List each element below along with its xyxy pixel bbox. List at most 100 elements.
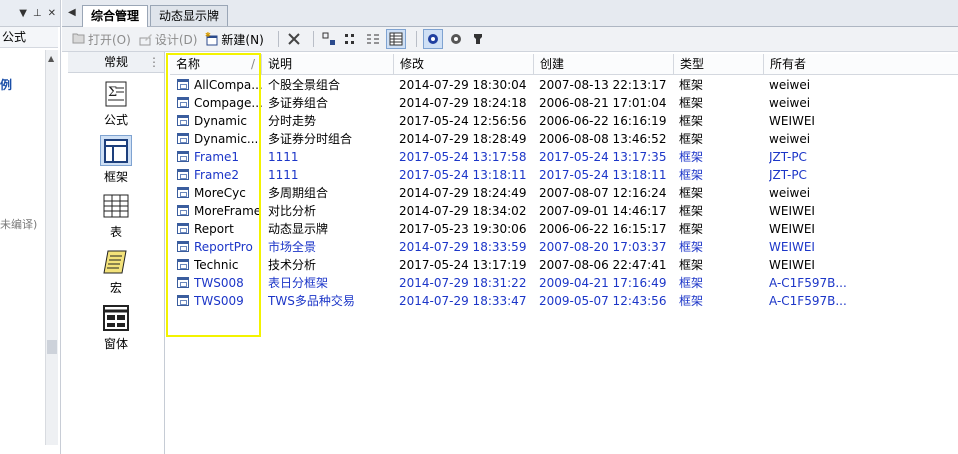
cell-type: 框架 [679,222,704,236]
frame-file-icon [177,115,189,126]
list-header: 名称 / 说明 修改 创建 类型 所有者 [170,54,958,75]
column-header-modified[interactable]: 修改 [394,54,534,74]
table-row[interactable]: MoreCyc 多周期组合 2014-07-29 18:24:49 2007-08-0… [170,184,958,202]
table-row[interactable]: MoreFrame 对比分析 2014-07-29 18:34:02 2007-09-… [170,202,958,220]
cell-modified: 2017-05-24 12:56:56 [399,114,527,128]
category-label: 宏 [109,281,122,295]
new-button[interactable]: ✱ 新建(N) [205,31,263,48]
close-icon[interactable]: ✕ [48,8,56,19]
gear-icon[interactable] [447,30,465,48]
frame-file-icon [177,151,189,162]
column-header-type[interactable]: 类型 [674,54,764,74]
table-row[interactable]: Dynamic 分时走势 2017-05-24 12:56:56 2006-06-22… [170,112,958,130]
category-frame[interactable]: 框架 [68,135,164,185]
cell-description: 表日分框架 [268,276,329,290]
delete-icon[interactable] [285,30,303,48]
form-icon [101,303,131,333]
panel-link[interactable]: 例 [0,76,12,93]
cell-type: 框架 [679,294,704,308]
frame-file-icon [177,205,189,216]
properties-icon[interactable] [469,30,487,48]
settings-gear-icon[interactable] [422,29,443,49]
table-row[interactable]: Technic 技术分析 2017-05-24 13:17:19 2007-08-06… [170,256,958,274]
cell-modified: 2014-07-29 18:31:22 [399,276,527,290]
scroll-thumb[interactable] [47,340,57,354]
column-header-label: 名称 [176,57,201,71]
table-row[interactable]: TWS009 TWS多品种交易 2014-07-29 18:33:47 2009-05… [170,292,958,310]
frame-file-icon [177,295,189,306]
cell-owner: weiwei [769,96,811,110]
cell-created: 2007-09-01 14:46:17 [539,204,667,218]
cell-description: 市场全景 [268,240,317,254]
category-macro[interactable]: 宏 [68,247,164,297]
open-button[interactable]: 打开(O) [72,31,131,48]
frame-file-icon [177,241,189,252]
grip-icon[interactable]: ⋮ [148,52,160,72]
cell-type: 框架 [679,150,704,164]
cell-name: Technic [194,258,239,272]
toolbar-separator [312,31,314,47]
table-row[interactable]: ReportPro 市场全景 2014-07-29 18:33:59 2007-08-… [170,238,958,256]
cell-type: 框架 [679,96,704,110]
category-formula[interactable]: Σ 公式 [68,79,164,129]
cell-owner: WEIWEI [769,222,815,236]
panel-tab-formula[interactable]: 公式 [0,27,58,48]
cell-modified: 2014-07-29 18:24:49 [399,186,527,200]
cell-created: 2017-05-24 13:17:35 [539,150,667,164]
macro-scroll-icon [101,247,131,277]
cell-name: Compage... [194,96,262,110]
cell-description: 多周期组合 [268,186,329,200]
cell-created: 2007-08-20 17:03:37 [539,240,667,254]
column-header-name[interactable]: 名称 / [170,54,262,74]
large-icons-view-icon[interactable] [320,30,338,48]
frame-file-icon [177,187,189,198]
open-label: 打开(O) [88,32,131,47]
panel-scrollbar[interactable]: ▲ [45,50,58,445]
tab-scroll-left-icon[interactable]: ◀ [68,7,76,18]
toolbar-separator [415,31,417,47]
cell-name: Frame1 [194,150,240,164]
category-header[interactable]: 常规 ⋮ [68,52,164,73]
cell-owner: JZT-PC [769,150,807,164]
list-view-icon[interactable] [364,30,382,48]
dropdown-arrow-icon[interactable]: ▼ [19,8,27,19]
cell-description: 多证券组合 [268,96,329,110]
table-row[interactable]: Compage... 多证券组合 2014-07-29 18:24:18 2006-0… [170,94,958,112]
small-icons-view-icon[interactable] [342,30,360,48]
category-label: 公式 [103,113,128,127]
left-panel: ▼ ⊥ ✕ 公式 例 未编译) ▲ [0,0,61,454]
cell-description: TWS多品种交易 [268,294,355,308]
table-row[interactable]: TWS008 表日分框架 2014-07-29 18:31:22 2009-04-21… [170,274,958,292]
cell-type: 框架 [679,114,704,128]
tab-comprehensive-management[interactable]: 综合管理 [82,5,149,27]
cell-modified: 2014-07-29 18:34:02 [399,204,527,218]
frame-file-icon [177,169,189,180]
cell-created: 2006-08-08 13:46:52 [539,132,667,146]
scroll-up-icon[interactable]: ▲ [48,54,54,63]
cell-description: 多证券分时组合 [268,132,353,146]
category-form[interactable]: 窗体 [68,303,164,353]
table-row[interactable]: AllCompa... 个股全景组合 2014-07-29 18:30:04 2007… [170,76,958,94]
column-header-created[interactable]: 创建 [534,54,674,74]
category-table[interactable]: 表 [68,191,164,241]
cell-created: 2009-04-21 17:16:49 [539,276,667,290]
panel-controls: ▼ ⊥ ✕ [0,0,60,27]
category-label: 窗体 [103,337,128,351]
cell-created: 2006-06-22 16:16:19 [539,114,667,128]
frame-file-icon [177,223,189,234]
details-view-icon[interactable] [385,29,406,49]
table-row[interactable]: Frame1 1111 2017-05-24 13:17:58 2017-05-24 … [170,148,958,166]
frame-file-icon [177,259,189,270]
cell-name: Frame2 [194,168,240,182]
pin-icon[interactable]: ⊥ [33,8,42,19]
column-header-desc[interactable]: 说明 [262,54,394,74]
tab-dynamic-display[interactable]: 动态显示牌 [150,5,229,26]
table-row[interactable]: Report 动态显示牌 2017-05-23 19:30:06 2006-06-22… [170,220,958,238]
design-pencil-icon [139,32,153,46]
table-row[interactable]: Dynamic... 多证券分时组合 2014-07-29 18:28:49 2006… [170,130,958,148]
column-header-owner[interactable]: 所有者 [764,54,958,74]
table-icon [101,191,131,221]
table-row[interactable]: Frame2 1111 2017-05-24 13:18:11 2017-05-24 … [170,166,958,184]
design-button[interactable]: 设计(D) [139,31,197,48]
cell-created: 2009-05-07 12:43:56 [539,294,667,308]
